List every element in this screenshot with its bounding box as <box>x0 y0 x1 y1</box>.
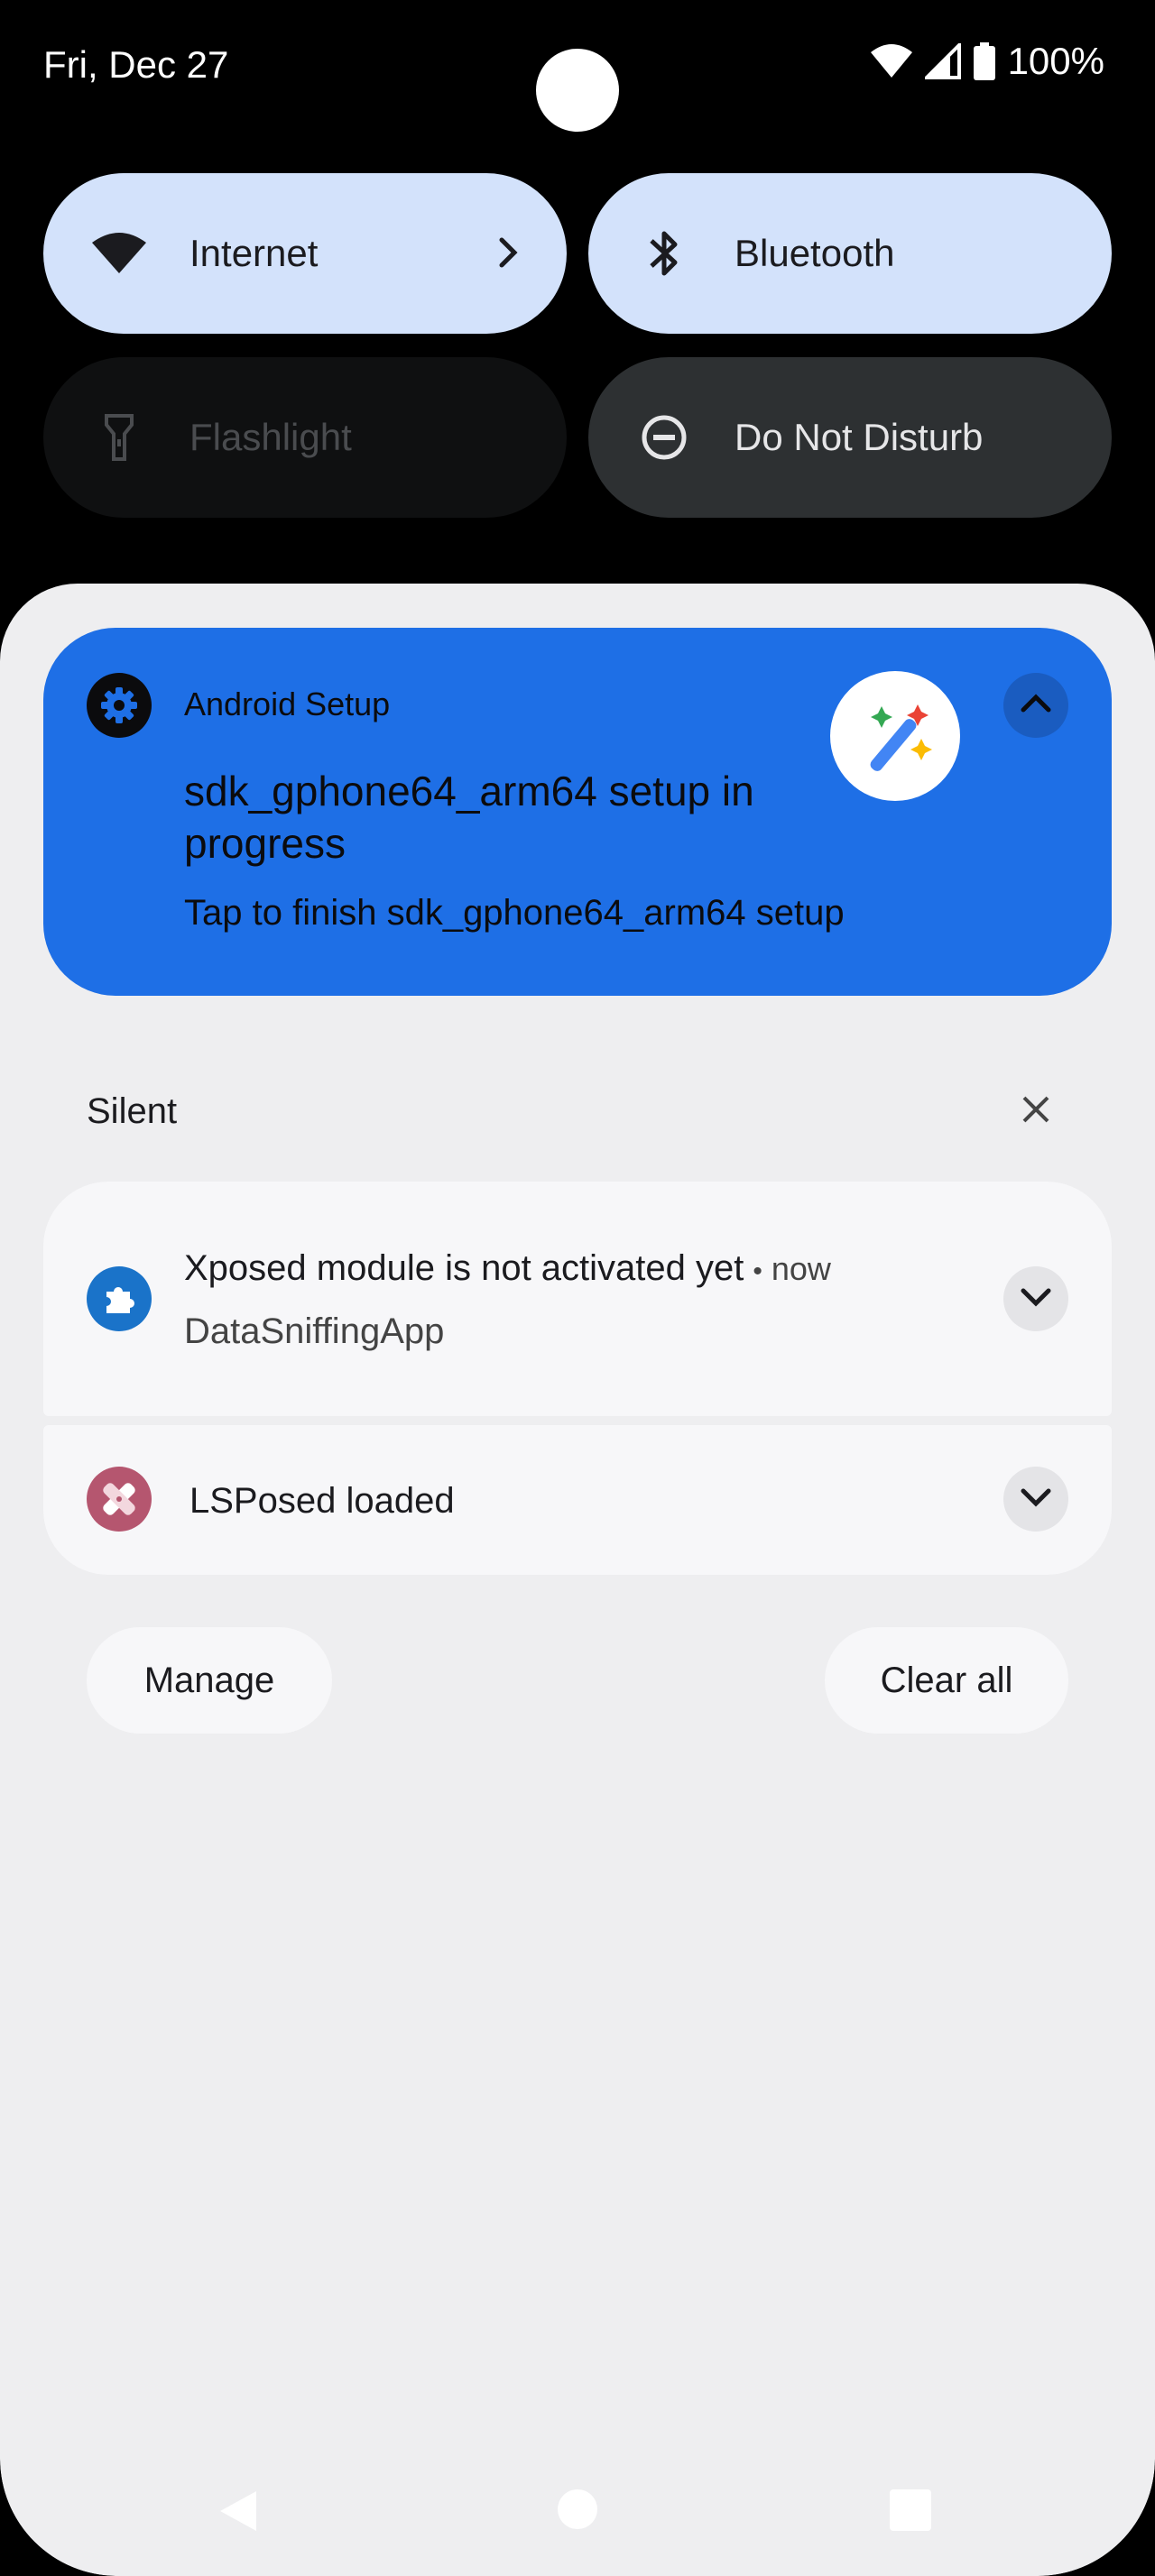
chevron-right-icon <box>494 227 522 282</box>
wifi-signal-icon <box>870 43 912 79</box>
bluetooth-icon <box>632 221 697 286</box>
chevron-down-icon <box>1018 1283 1054 1315</box>
chevron-up-icon <box>1018 690 1054 722</box>
gear-icon <box>87 673 152 738</box>
bandage-icon <box>87 1467 152 1532</box>
setup-notification[interactable]: Android Setup sdk_gphone64_arm64 setup i… <box>43 628 1112 996</box>
lsposed-title: LSPosed loaded <box>189 1481 455 1521</box>
do-not-disturb-icon <box>632 405 697 470</box>
tile-bluetooth-label: Bluetooth <box>735 232 895 274</box>
xposed-expand-button[interactable] <box>1003 1266 1068 1331</box>
tile-do-not-disturb[interactable]: Do Not Disturb <box>588 357 1112 518</box>
manage-button[interactable]: Manage <box>87 1627 332 1734</box>
setup-text: Tap to finish sdk_gphone64_arm64 setup <box>184 893 845 933</box>
silent-section-header: Silent <box>87 1091 178 1131</box>
xposed-time: now <box>771 1250 831 1287</box>
chevron-down-icon <box>1018 1484 1054 1515</box>
wifi-icon <box>87 221 152 286</box>
lsposed-expand-button[interactable] <box>1003 1467 1068 1532</box>
nav-recents-button[interactable] <box>890 2489 931 2531</box>
tile-bluetooth[interactable]: Bluetooth <box>588 173 1112 334</box>
tile-internet-label: Internet <box>189 232 319 274</box>
tile-flashlight-label: Flashlight <box>189 416 352 458</box>
tile-flashlight[interactable]: Flashlight <box>43 357 567 518</box>
xposed-title: Xposed module is not activated yet <box>184 1248 744 1288</box>
close-icon <box>1021 1094 1051 1129</box>
status-bar: Fri, Dec 27 100% <box>0 0 1155 132</box>
battery-percent: 100% <box>1007 40 1104 82</box>
nav-back-button[interactable] <box>217 2489 260 2537</box>
nav-home-button[interactable] <box>558 2489 597 2529</box>
clear-all-button[interactable]: Clear all <box>825 1627 1068 1734</box>
separator-dot: • <box>753 1256 762 1286</box>
xposed-app-name: DataSniffingApp <box>184 1311 445 1351</box>
battery-icon <box>973 42 995 80</box>
screen: Fri, Dec 27 100% Internet Bluetooth Flas… <box>0 0 1155 2576</box>
lsposed-notification[interactable]: LSPosed loaded <box>43 1425 1112 1575</box>
clear-silent-button[interactable] <box>1014 1090 1058 1133</box>
tile-do-not-disturb-label: Do Not Disturb <box>735 416 984 458</box>
silent-notification-group: Xposed module is not activated yet • now D… <box>43 1182 1112 1575</box>
status-date: Fri, Dec 27 <box>43 43 229 86</box>
magic-wand-icon <box>830 671 960 801</box>
xposed-notification[interactable]: Xposed module is not activated yet • now D… <box>43 1182 1112 1416</box>
flashlight-icon <box>87 405 152 470</box>
camera-cutout <box>536 49 619 132</box>
system-icons: 100% <box>870 40 1104 83</box>
setup-app-name: Android Setup <box>184 685 391 722</box>
tile-internet[interactable]: Internet <box>43 173 567 334</box>
puzzle-icon <box>87 1266 152 1331</box>
setup-title: sdk_gphone64_arm64 setup in progress <box>184 768 754 867</box>
cell-signal-icon <box>924 43 961 79</box>
xposed-title-row: Xposed module is not activated yet • now <box>184 1248 831 1289</box>
collapse-button[interactable] <box>1003 673 1068 738</box>
